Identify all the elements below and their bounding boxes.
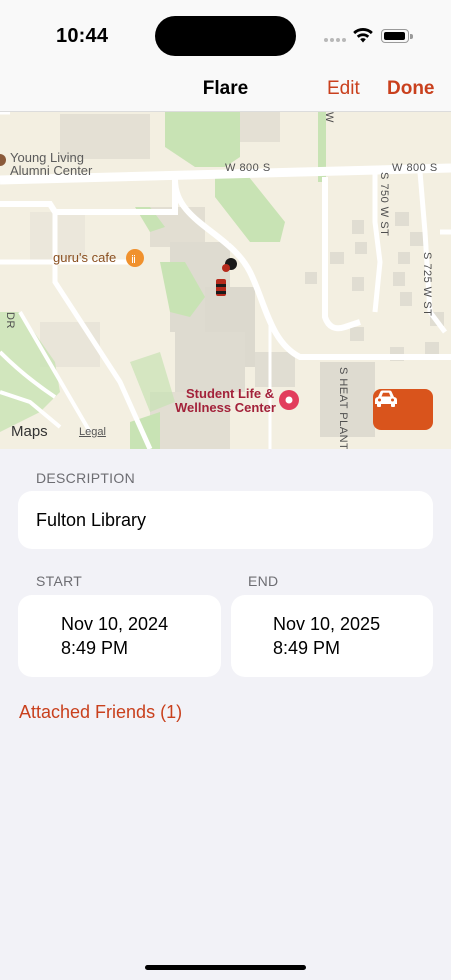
map-label-gurus-cafe[interactable]: guru's cafe xyxy=(53,250,116,265)
start-date-picker[interactable]: Nov 10, 2024 8:49 PM xyxy=(18,595,221,677)
wifi-icon xyxy=(353,27,373,43)
home-indicator[interactable] xyxy=(145,965,306,970)
map-label-student-life-line2[interactable]: Wellness Center xyxy=(175,400,276,415)
map-label-student-life[interactable]: Student Life & xyxy=(186,386,274,401)
end-time[interactable]: 8:49 PM xyxy=(273,638,340,659)
battery-icon xyxy=(381,29,413,43)
street-label-s750w: S 750 W ST xyxy=(378,172,390,237)
map-label-young-living-line2[interactable]: Alumni Center xyxy=(10,163,92,178)
status-bar: 10:44 xyxy=(0,0,451,70)
street-label-w800s: W 800 S xyxy=(225,162,271,174)
end-date-picker[interactable]: Nov 10, 2025 8:49 PM xyxy=(231,595,433,677)
description-label: DESCRIPTION xyxy=(36,470,135,486)
map-view[interactable]: ⅱ Young Living Alumni Center guru's cafe… xyxy=(0,112,451,449)
end-date[interactable]: Nov 10, 2025 xyxy=(273,614,380,635)
street-label-dr: DR xyxy=(4,312,16,329)
description-field[interactable]: Fulton Library xyxy=(18,491,433,549)
cellular-signal-icon xyxy=(324,38,346,43)
status-time: 10:44 xyxy=(56,25,109,47)
start-date[interactable]: Nov 10, 2024 xyxy=(61,614,168,635)
done-button[interactable]: Done xyxy=(387,78,435,100)
start-label: START xyxy=(36,573,83,589)
attached-friends-link[interactable]: Attached Friends (1) xyxy=(19,702,182,723)
maps-logo-text: Maps xyxy=(11,423,48,440)
street-label-heat-plant: S HEAT PLANT RD xyxy=(337,367,349,449)
street-label-w-top: W xyxy=(323,112,335,123)
page-title: Flare xyxy=(202,78,249,99)
end-label: END xyxy=(248,573,279,589)
svg-text:ⅱ: ⅱ xyxy=(131,253,136,266)
start-time[interactable]: 8:49 PM xyxy=(61,638,128,659)
legal-link[interactable]: Legal xyxy=(79,426,106,438)
apple-maps-logo: Maps xyxy=(11,423,48,440)
street-label-s725w: S 725 W ST xyxy=(421,252,433,317)
description-value[interactable]: Fulton Library xyxy=(36,510,146,531)
navigation-bar: Flare Edit Done xyxy=(0,70,451,112)
directions-car-button[interactable] xyxy=(373,389,433,430)
car-icon xyxy=(375,390,397,407)
street-label-w800s-east: W 800 S xyxy=(392,162,438,174)
dynamic-island xyxy=(155,16,296,56)
edit-button[interactable]: Edit xyxy=(327,78,360,100)
